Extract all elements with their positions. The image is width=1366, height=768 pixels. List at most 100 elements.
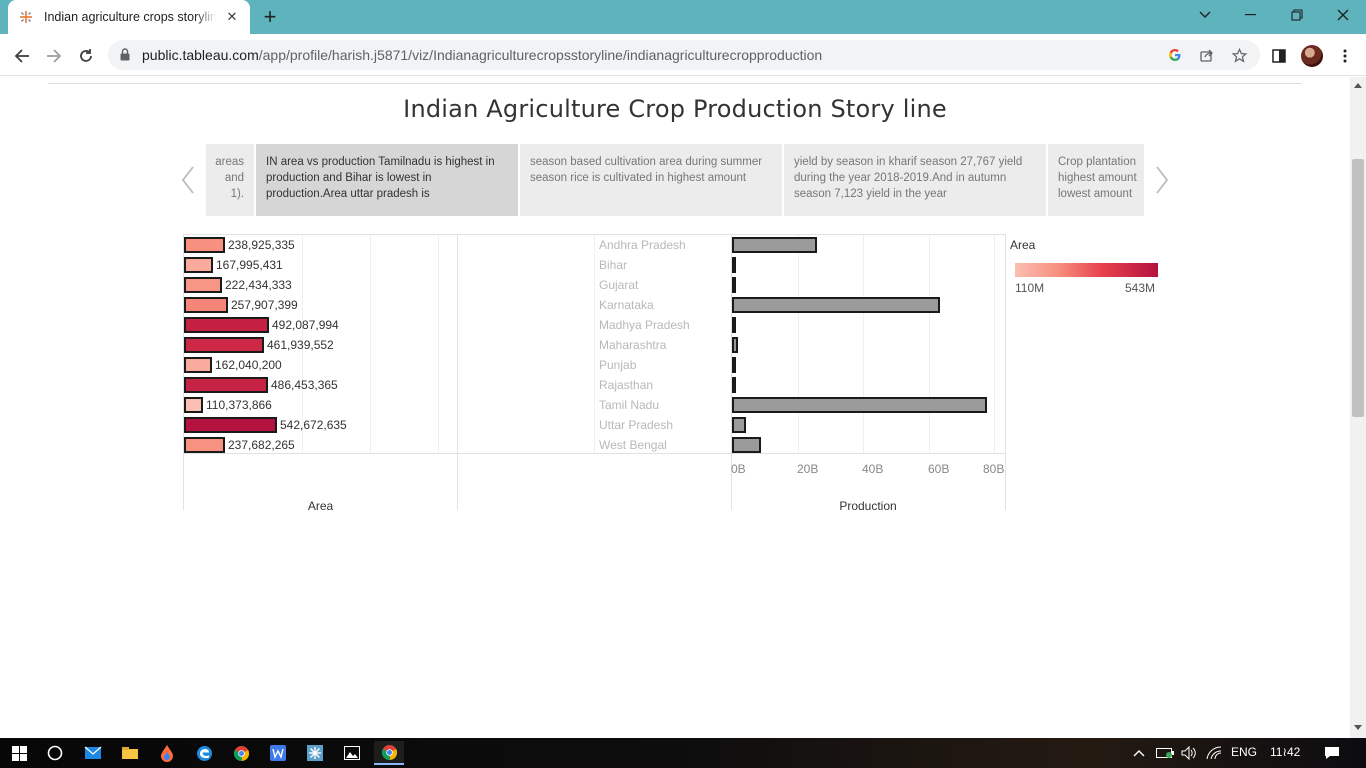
state-label[interactable]: Punjab — [599, 358, 636, 372]
production-bar[interactable] — [732, 337, 738, 353]
state-label[interactable]: Bihar — [599, 258, 627, 272]
state-label[interactable]: Tamil Nadu — [599, 398, 659, 412]
story-next-icon[interactable] — [1152, 162, 1172, 198]
notifications-icon[interactable] — [1318, 741, 1346, 765]
area-axis: Area — [183, 454, 458, 513]
reload-icon[interactable] — [72, 42, 100, 70]
windows-start-icon[interactable] — [4, 741, 34, 765]
chrome-icon[interactable] — [226, 741, 256, 765]
area-bar[interactable] — [184, 337, 264, 353]
area-bar[interactable] — [184, 377, 268, 393]
production-bar[interactable] — [732, 257, 736, 273]
battery-icon[interactable] — [1154, 741, 1176, 765]
close-window-icon[interactable] — [1320, 0, 1366, 30]
side-panel-icon[interactable] — [1268, 45, 1290, 67]
state-label[interactable]: Karnataka — [599, 298, 654, 312]
scrollbar-thumb[interactable] — [1352, 159, 1364, 417]
share-icon[interactable] — [1198, 46, 1216, 64]
production-tick-label: 60B — [928, 462, 950, 476]
area-bar-label: 237,682,265 — [228, 438, 295, 452]
language-indicator[interactable]: ENG — [1231, 745, 1257, 759]
production-axis-title: Production — [839, 499, 897, 513]
word-editor-icon[interactable] — [263, 741, 293, 765]
browser-tab[interactable]: Indian agriculture crops storyline ✕ — [8, 0, 250, 34]
lock-icon[interactable] — [120, 48, 130, 66]
area-color-legend[interactable]: Area 110M 543M — [1010, 238, 1170, 298]
address-bar[interactable]: public.tableau.com/app/profile/harish.j5… — [108, 40, 1260, 70]
tab-strip: Indian agriculture crops storyline ✕ + — [0, 0, 1366, 34]
droplet-app-icon[interactable] — [152, 741, 182, 765]
back-arrow-icon[interactable] — [8, 42, 36, 70]
bookmark-star-icon[interactable] — [1230, 46, 1248, 64]
snowflake-app-icon[interactable] — [300, 741, 330, 765]
production-chart-pane — [731, 234, 1006, 454]
production-bar[interactable] — [732, 397, 987, 413]
story-prev-icon[interactable] — [178, 162, 198, 198]
production-bar[interactable] — [732, 237, 817, 253]
google-icon[interactable] — [1166, 46, 1184, 64]
production-bar[interactable] — [732, 377, 736, 393]
area-gridline — [370, 235, 371, 453]
area-bar[interactable] — [184, 417, 277, 433]
search-circle-icon[interactable] — [40, 741, 70, 765]
production-bar[interactable] — [732, 277, 736, 293]
menu-kebab-icon[interactable] — [1334, 45, 1356, 67]
production-axis: Production 0B 20B 40B 60B 80B — [731, 454, 1006, 513]
area-bar[interactable] — [184, 237, 225, 253]
file-explorer-icon[interactable] — [115, 741, 145, 765]
tab-search-icon[interactable] — [1182, 0, 1228, 30]
area-bar-label: 167,995,431 — [216, 258, 283, 272]
area-bar[interactable] — [184, 357, 212, 373]
state-label[interactable]: Madhya Pradesh — [599, 318, 690, 332]
wifi-icon[interactable] — [1203, 741, 1225, 765]
area-gridline — [438, 235, 439, 453]
url-host: public.tableau.com — [142, 47, 259, 63]
area-bar[interactable] — [184, 437, 225, 453]
state-names-pane: Andhra Pradesh Bihar Gujarat Karnataka Madhy… — [457, 234, 732, 454]
area-bar[interactable] — [184, 277, 222, 293]
story-point-2[interactable]: IN area vs production Tamilnadu is highe… — [256, 144, 518, 216]
url-path: /app/profile/harish.j5871/viz/Indianagri… — [258, 47, 823, 63]
state-label[interactable]: Rajasthan — [599, 378, 653, 392]
production-bar[interactable] — [732, 317, 736, 333]
legend-title: Area — [1010, 238, 1036, 252]
state-label[interactable]: Andhra Pradesh — [599, 238, 686, 252]
production-bar[interactable] — [732, 357, 736, 373]
production-bar[interactable] — [732, 437, 761, 453]
url-text[interactable]: public.tableau.com/app/profile/harish.j5… — [142, 47, 822, 63]
area-bar[interactable] — [184, 257, 213, 273]
production-gridline — [929, 235, 930, 453]
story-point-3[interactable]: season based cultivation area during sum… — [520, 144, 782, 216]
legend-color-ramp — [1015, 263, 1158, 277]
state-label[interactable]: West Bengal — [599, 438, 667, 452]
close-tab-icon[interactable]: ✕ — [224, 9, 240, 25]
chrome-active-icon[interactable] — [374, 741, 404, 765]
story-point-4[interactable]: yield by season in kharif season 27,767 … — [784, 144, 1046, 216]
state-label[interactable]: Maharashtra — [599, 338, 666, 352]
edge-browser-icon[interactable] — [189, 741, 219, 765]
legend-min-label: 110M — [1015, 281, 1045, 295]
state-label[interactable]: Gujarat — [599, 278, 638, 292]
area-bar[interactable] — [184, 297, 228, 313]
production-bar[interactable] — [732, 417, 746, 433]
restore-icon[interactable] — [1274, 0, 1320, 30]
story-point-1[interactable]: areas and 1). — [206, 144, 254, 216]
new-tab-button[interactable]: + — [258, 5, 282, 29]
clock[interactable]: 11≀42 — [1270, 745, 1300, 759]
state-label[interactable]: Uttar Pradesh — [599, 418, 673, 432]
minimize-icon[interactable] — [1228, 0, 1274, 30]
story-point-5[interactable]: Crop plantation highest amount lowest am… — [1048, 144, 1144, 216]
browser-toolbar: public.tableau.com/app/profile/harish.j5… — [0, 34, 1366, 76]
area-bar[interactable] — [184, 397, 203, 413]
mail-icon[interactable] — [78, 741, 108, 765]
tray-chevron-icon[interactable] — [1128, 741, 1150, 765]
area-bar-label: 461,939,552 — [267, 338, 334, 352]
page-scrollbar[interactable] — [1350, 77, 1366, 738]
production-bar[interactable] — [732, 297, 940, 313]
area-chart-pane: 238,925,335 167,995,431 222,434,333 257,907… — [183, 234, 458, 454]
forward-arrow-icon[interactable] — [40, 42, 68, 70]
area-bar[interactable] — [184, 317, 269, 333]
photos-icon[interactable] — [337, 741, 367, 765]
volume-icon[interactable] — [1178, 741, 1200, 765]
profile-avatar[interactable] — [1301, 45, 1323, 67]
